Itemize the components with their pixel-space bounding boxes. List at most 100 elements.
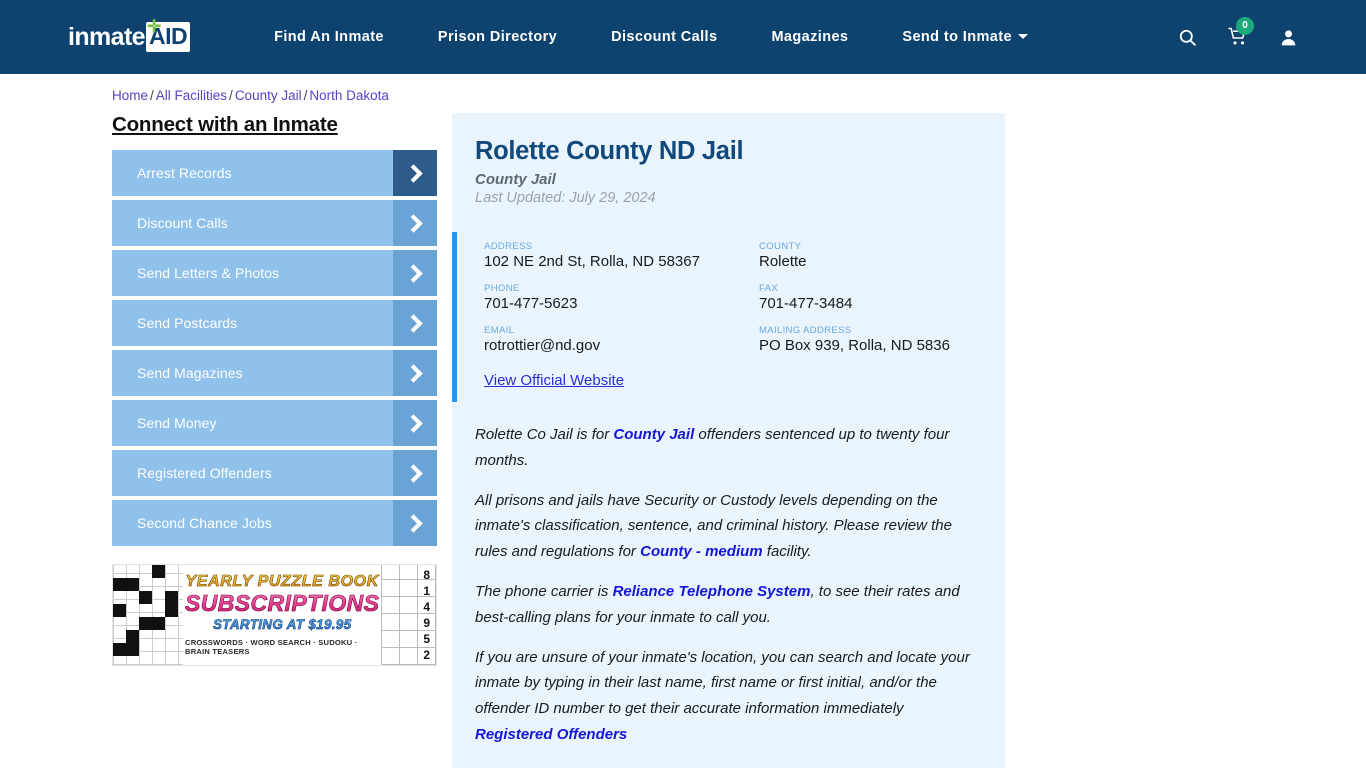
facility-card: Rolette County ND Jail County Jail Last … xyxy=(452,113,1005,768)
facility-info-grid: ADDRESS 102 NE 2nd St, Rolla, ND 58367 C… xyxy=(484,241,1005,355)
chevron-right-icon xyxy=(393,400,437,446)
facility-description: Rolette Co Jail is for County Jail offen… xyxy=(452,402,1005,768)
nav-label: Discount Calls xyxy=(611,29,718,45)
user-account-icon[interactable] xyxy=(1279,28,1298,47)
main-column: Rolette County ND Jail County Jail Last … xyxy=(437,113,1366,768)
description-paragraph-1: Rolette Co Jail is for County Jail offen… xyxy=(475,422,985,474)
chevron-right-icon xyxy=(393,450,437,496)
ad-line-1: YEARLY PUZZLE BOOK xyxy=(185,573,379,591)
chevron-right-icon xyxy=(393,350,437,396)
content-row: Connect with an Inmate Arrest Records Di… xyxy=(0,113,1366,768)
chevron-right-icon xyxy=(393,250,437,296)
site-header: inmate AID ✛ Find An Inmate Prison Direc… xyxy=(0,0,1366,74)
ad-line-2: SUBSCRIPTIONS xyxy=(185,590,380,617)
info-label: ADDRESS xyxy=(484,241,533,252)
breadcrumb-separator: / xyxy=(303,88,308,103)
view-official-website-link[interactable]: View Official Website xyxy=(484,372,624,389)
sudoku-digit: 2 xyxy=(423,648,430,662)
sidebar-item-send-magazines[interactable]: Send Magazines xyxy=(112,350,437,396)
nav-label: Send to Inmate xyxy=(902,29,1012,45)
sidebar-heading[interactable]: Connect with an Inmate xyxy=(112,113,437,137)
sidebar-item-label: Send Letters & Photos xyxy=(137,265,280,281)
link-county-medium[interactable]: County - medium xyxy=(640,543,763,560)
info-value: 701-477-5623 xyxy=(484,295,578,312)
nav-item-prison-directory[interactable]: Prison Directory xyxy=(438,29,557,45)
ad-line-3: STARTING AT $19.95 xyxy=(212,617,352,633)
description-paragraph-3: The phone carrier is Reliance Telephone … xyxy=(475,579,985,631)
breadcrumb: Home / All Facilities / County Jail / North Da… xyxy=(0,74,1366,103)
nav-item-find-an-inmate[interactable]: Find An Inmate xyxy=(274,29,384,45)
info-label: COUNTY xyxy=(759,241,802,252)
header-tools: 0 xyxy=(1178,17,1298,47)
site-logo[interactable]: inmate AID ✛ xyxy=(68,18,191,52)
chevron-down-icon xyxy=(1017,34,1028,39)
breadcrumb-item-north-dakota[interactable]: North Dakota xyxy=(309,88,389,103)
breadcrumb-separator: / xyxy=(150,88,154,103)
breadcrumb-separator: / xyxy=(229,88,233,103)
sidebar-item-label: Arrest Records xyxy=(137,165,232,181)
sidebar-item-label: Second Chance Jobs xyxy=(137,515,272,531)
sidebar-item-send-money[interactable]: Send Money xyxy=(112,400,437,446)
info-label: PHONE xyxy=(484,283,520,294)
info-value: rotrottier@nd.gov xyxy=(484,337,601,354)
sidebar-item-second-chance-jobs[interactable]: Second Chance Jobs xyxy=(112,500,437,546)
page-body: Home / All Facilities / County Jail / North Da… xyxy=(0,74,1366,768)
sidebar-item-arrest-records[interactable]: Arrest Records xyxy=(112,150,437,196)
link-reliance-telephone-system[interactable]: Reliance Telephone System xyxy=(613,583,811,600)
sidebar: Connect with an Inmate Arrest Records Di… xyxy=(112,113,437,768)
nav-label: Prison Directory xyxy=(437,29,558,45)
link-registered-offenders[interactable]: Registered Offenders xyxy=(475,726,627,743)
text-segment: Rolette Co Jail is for xyxy=(475,426,614,443)
sudoku-digit: 4 xyxy=(423,600,430,614)
sudoku-digit: 5 xyxy=(423,632,430,646)
breadcrumb-item-all-facilities[interactable]: All Facilities xyxy=(156,88,227,103)
sudoku-digit: 1 xyxy=(423,584,430,598)
info-label: MAILING ADDRESS xyxy=(759,325,852,336)
sidebar-item-registered-offenders[interactable]: Registered Offenders xyxy=(112,450,437,496)
cart-count-badge: 0 xyxy=(1236,17,1254,35)
info-field-mailing-address: MAILING ADDRESS PO Box 939, Rolla, ND 58… xyxy=(759,325,1005,355)
breadcrumb-item-home[interactable]: Home xyxy=(112,88,148,103)
info-value: PO Box 939, Rolla, ND 5836 xyxy=(759,337,950,354)
sidebar-item-label: Send Magazines xyxy=(137,365,243,381)
sidebar-item-discount-calls[interactable]: Discount Calls xyxy=(112,200,437,246)
sidebar-item-label: Send Money xyxy=(137,415,217,431)
logo-plus-icon: ✛ xyxy=(147,17,162,36)
logo-text-inmate: inmate xyxy=(68,22,146,51)
breadcrumb-item-county-jail[interactable]: County Jail xyxy=(235,88,302,103)
sudoku-graphic: 8 1 4 9 5 2 xyxy=(381,565,436,665)
info-value: Rolette xyxy=(759,253,807,270)
nav-item-discount-calls[interactable]: Discount Calls xyxy=(611,29,717,45)
text-segment: The phone carrier is xyxy=(475,582,613,600)
sidebar-item-send-letters-photos[interactable]: Send Letters & Photos xyxy=(112,250,437,296)
description-paragraph-2: All prisons and jails have Security or C… xyxy=(475,488,985,565)
ad-text-block: YEARLY PUZZLE BOOK SUBSCRIPTIONS STARTIN… xyxy=(183,565,381,665)
info-value: 102 NE 2nd St, Rolla, ND 58367 xyxy=(484,253,700,270)
sidebar-item-send-postcards[interactable]: Send Postcards xyxy=(112,300,437,346)
crossword-graphic xyxy=(113,565,184,665)
chevron-right-icon xyxy=(393,150,437,196)
chevron-right-icon xyxy=(393,500,437,546)
nav-label: Magazines xyxy=(771,29,849,45)
info-field-county: COUNTY Rolette xyxy=(759,241,1005,271)
main-navigation: Find An Inmate Prison Directory Discount… xyxy=(274,29,1028,45)
info-value: 701-477-3484 xyxy=(759,295,853,312)
sudoku-digit: 8 xyxy=(423,568,430,582)
facility-type: County Jail xyxy=(475,171,556,188)
info-label: FAX xyxy=(759,283,779,294)
sidebar-item-label: Registered Offenders xyxy=(137,465,272,481)
puzzle-book-ad-banner[interactable]: YEARLY PUZZLE BOOK SUBSCRIPTIONS STARTIN… xyxy=(112,564,437,666)
page-title: Rolette County ND Jail xyxy=(475,137,744,165)
text-segment: If you are unsure of your inmate's locat… xyxy=(475,648,970,718)
nav-item-send-to-inmate[interactable]: Send to Inmate xyxy=(902,29,1028,45)
nav-item-magazines[interactable]: Magazines xyxy=(771,29,848,45)
info-label: EMAIL xyxy=(484,325,515,336)
last-updated: Last Updated: July 29, 2024 xyxy=(475,190,656,206)
facility-info-block: ADDRESS 102 NE 2nd St, Rolla, ND 58367 C… xyxy=(452,232,1005,402)
cart-icon[interactable]: 0 xyxy=(1227,17,1254,47)
info-field-fax: FAX 701-477-3484 xyxy=(759,283,1005,313)
info-field-phone: PHONE 701-477-5623 xyxy=(484,283,759,313)
link-county-jail[interactable]: County Jail xyxy=(613,426,694,443)
search-icon[interactable] xyxy=(1178,28,1197,47)
description-paragraph-4: If you are unsure of your inmate's locat… xyxy=(475,645,985,748)
